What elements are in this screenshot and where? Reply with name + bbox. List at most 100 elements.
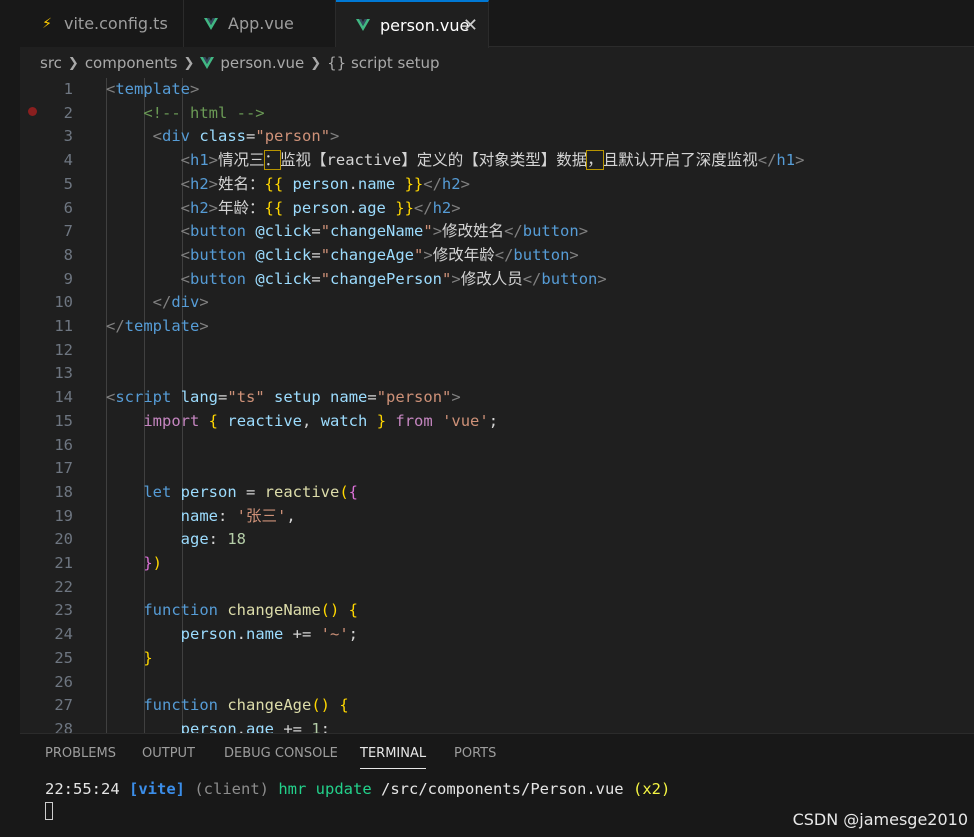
code-line[interactable]: 14 <script lang="ts" setup name="person"> xyxy=(20,386,974,410)
code-line[interactable]: 3 <div class="person"> xyxy=(20,125,974,149)
code-line[interactable]: 8 <button @click="changeAge">修改年龄</butto… xyxy=(20,244,974,268)
code-text: <template> xyxy=(106,78,199,102)
code-editor[interactable]: 1 <template> 2 <!-- html --> 3 <div class="… xyxy=(20,78,974,733)
code-line[interactable]: 28 person.age += 1; xyxy=(20,718,974,733)
vue-icon xyxy=(204,17,218,30)
tab-label: App.vue xyxy=(228,14,294,33)
line-number: 4 xyxy=(63,151,73,170)
code-token: ： xyxy=(263,150,282,171)
code-line[interactable]: 1 <template> xyxy=(20,78,974,102)
code-line[interactable]: 21 }) xyxy=(20,552,974,576)
code-line[interactable]: 24 person.name += '~'; xyxy=(20,623,974,647)
code-token: " xyxy=(414,245,424,264)
code-token: > xyxy=(451,269,461,288)
code-line[interactable]: 11 </template> xyxy=(20,315,974,339)
code-line[interactable]: 16 xyxy=(20,434,974,458)
code-token: changeAge xyxy=(227,696,312,715)
code-line[interactable]: 7 <button @click="changeName">修改姓名</butt… xyxy=(20,220,974,244)
tab-app-vue[interactable]: App.vue xyxy=(184,0,336,47)
code-token: > xyxy=(199,317,209,335)
line-number: 11 xyxy=(54,317,73,335)
terminal-tag: [vite] xyxy=(129,780,185,798)
line-number: 5 xyxy=(63,174,73,193)
code-line[interactable]: 13 xyxy=(20,362,974,386)
code-line[interactable]: 17 xyxy=(20,457,974,481)
code-line[interactable]: 4 <h1>情况三：监视【reactive】定义的【对象类型】数据，且默认开启了… xyxy=(20,149,974,173)
code-token: person xyxy=(180,482,237,501)
breadcrumb-item[interactable]: person.vue xyxy=(220,54,304,72)
code-line[interactable]: 10 </div> xyxy=(20,291,974,315)
code-line[interactable]: 2 <!-- html --> xyxy=(20,102,974,126)
code-line[interactable]: 25 } xyxy=(20,647,974,671)
code-token: @click xyxy=(255,245,312,264)
code-token: button xyxy=(190,245,246,264)
tab-debug-console[interactable]: DEBUG CONSOLE xyxy=(224,744,338,768)
code-line[interactable]: 6 <h2>年龄：{{ person.age }}</h2> xyxy=(20,197,974,221)
breadcrumb-item[interactable]: src xyxy=(40,54,62,72)
code-token: </ xyxy=(152,293,172,312)
code-line[interactable]: 22 xyxy=(20,576,974,600)
code-text: <script lang="ts" setup name="person"> xyxy=(106,386,461,410)
code-token: button xyxy=(190,269,246,288)
code-text: age: 18 xyxy=(106,528,246,552)
code-token: > xyxy=(795,151,805,170)
code-token: > xyxy=(460,174,470,193)
code-token: person xyxy=(292,174,349,193)
tab-person-vue[interactable]: person.vue ✕ xyxy=(336,0,489,48)
code-line[interactable]: 19 name: '张三', xyxy=(20,505,974,529)
code-token: , xyxy=(302,411,321,430)
code-token: name xyxy=(246,625,284,644)
code-line[interactable]: 23 function changeName() { xyxy=(20,599,974,623)
breadcrumb-item[interactable]: components xyxy=(85,54,178,72)
code-token: </ xyxy=(522,269,542,288)
code-token: > xyxy=(578,222,589,241)
code-token: " xyxy=(320,269,331,288)
code-token: <!-- html --> xyxy=(143,103,265,122)
code-token: age xyxy=(180,530,209,549)
code-line[interactable]: 12 xyxy=(20,339,974,363)
code-text: <!-- html --> xyxy=(106,102,265,126)
tab-terminal[interactable]: TERMINAL xyxy=(360,744,427,769)
code-token: person xyxy=(180,625,237,644)
tab-problems[interactable]: PROBLEMS xyxy=(45,744,116,768)
code-token: { xyxy=(208,411,219,430)
code-line[interactable]: 20 age: 18 xyxy=(20,528,974,552)
code-token: h2 xyxy=(190,174,209,193)
terminal-output[interactable]: 22:55:24 [vite] (client) hmr update /src… xyxy=(45,780,670,798)
code-token: lang xyxy=(180,388,219,407)
line-number: 6 xyxy=(63,198,73,217)
tab-output[interactable]: OUTPUT xyxy=(142,744,195,768)
code-text: person.name += '~'; xyxy=(106,623,358,647)
tab-ports[interactable]: PORTS xyxy=(454,744,496,768)
code-line[interactable]: 26 xyxy=(20,671,974,695)
code-line[interactable]: 15 import { reactive, watch } from 'vue'… xyxy=(20,410,974,434)
close-icon[interactable]: ✕ xyxy=(463,15,478,36)
code-line[interactable]: 5 <h2>姓名：{{ person.name }}</h2> xyxy=(20,173,974,197)
code-token: > xyxy=(190,80,200,98)
breadcrumb-item[interactable]: {} script setup xyxy=(327,54,439,72)
code-line[interactable]: 9 <button @click="changePerson">修改人员</bu… xyxy=(20,268,974,292)
code-line[interactable]: 18 let person = reactive({ xyxy=(20,481,974,505)
code-token: changePerson xyxy=(330,269,443,288)
code-token: "ts" xyxy=(227,388,265,407)
code-text: <button @click="changeName">修改姓名</button… xyxy=(106,220,588,244)
tab-vite-config[interactable]: ⚡ vite.config.ts xyxy=(20,0,184,47)
code-line[interactable]: 27 function changeAge() { xyxy=(20,694,974,718)
code-token: changeAge xyxy=(330,245,415,264)
line-number: 15 xyxy=(54,411,73,430)
code-token: script xyxy=(115,388,172,407)
line-number: 2 xyxy=(63,103,73,122)
